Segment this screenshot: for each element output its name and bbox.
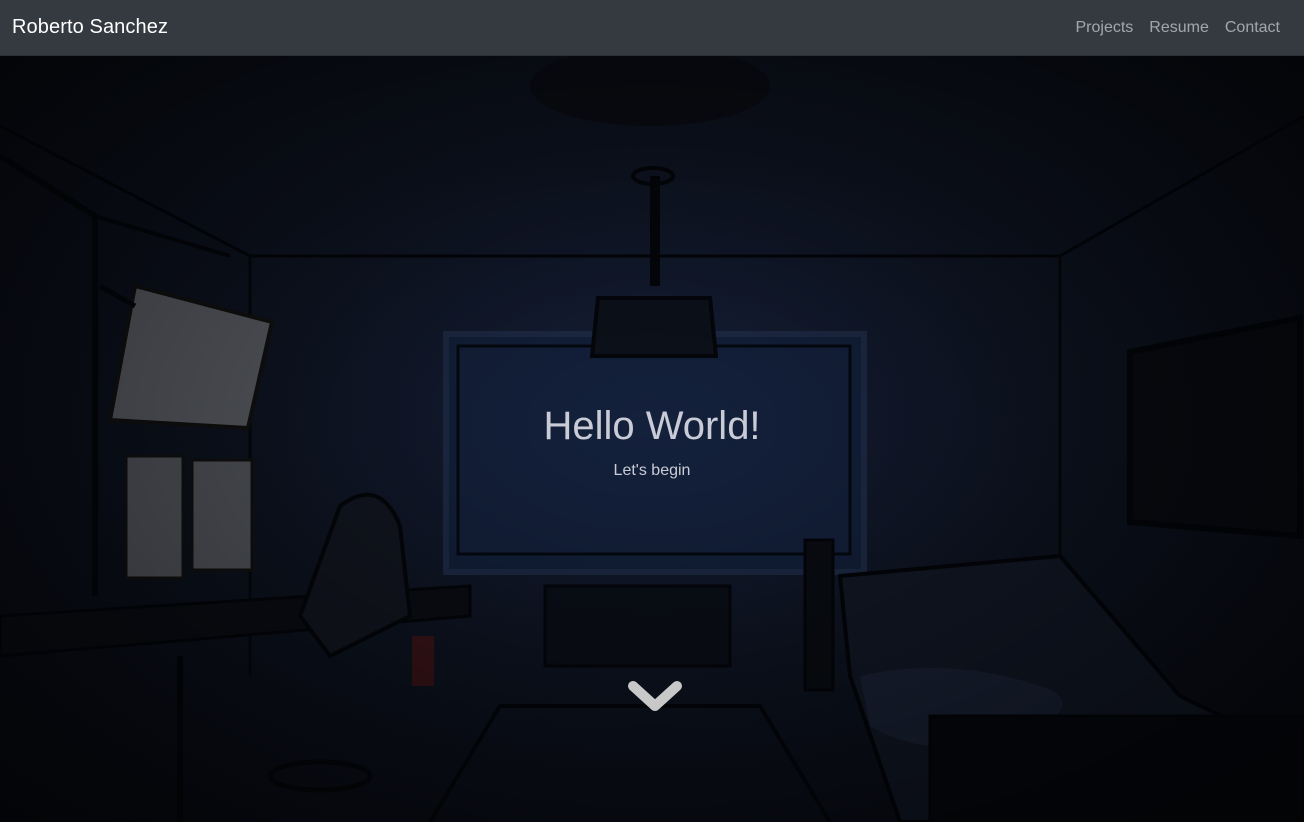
nav-link-projects[interactable]: Projects (1067, 11, 1141, 45)
top-navbar: Roberto Sanchez Projects Resume Contact (0, 0, 1304, 56)
hero-section: Hello World! Let's begin (0, 56, 1304, 822)
nav-links: Projects Resume Contact (1067, 11, 1280, 45)
hero-content: Hello World! Let's begin (0, 402, 1304, 480)
nav-link-contact[interactable]: Contact (1217, 11, 1280, 45)
nav-link-resume[interactable]: Resume (1141, 11, 1217, 45)
hero-title: Hello World! (543, 404, 761, 448)
brand-link[interactable]: Roberto Sanchez (12, 16, 168, 39)
chevron-down-icon (628, 681, 682, 711)
hero-subtitle: Let's begin (613, 462, 691, 479)
scroll-down-button[interactable] (627, 674, 683, 718)
